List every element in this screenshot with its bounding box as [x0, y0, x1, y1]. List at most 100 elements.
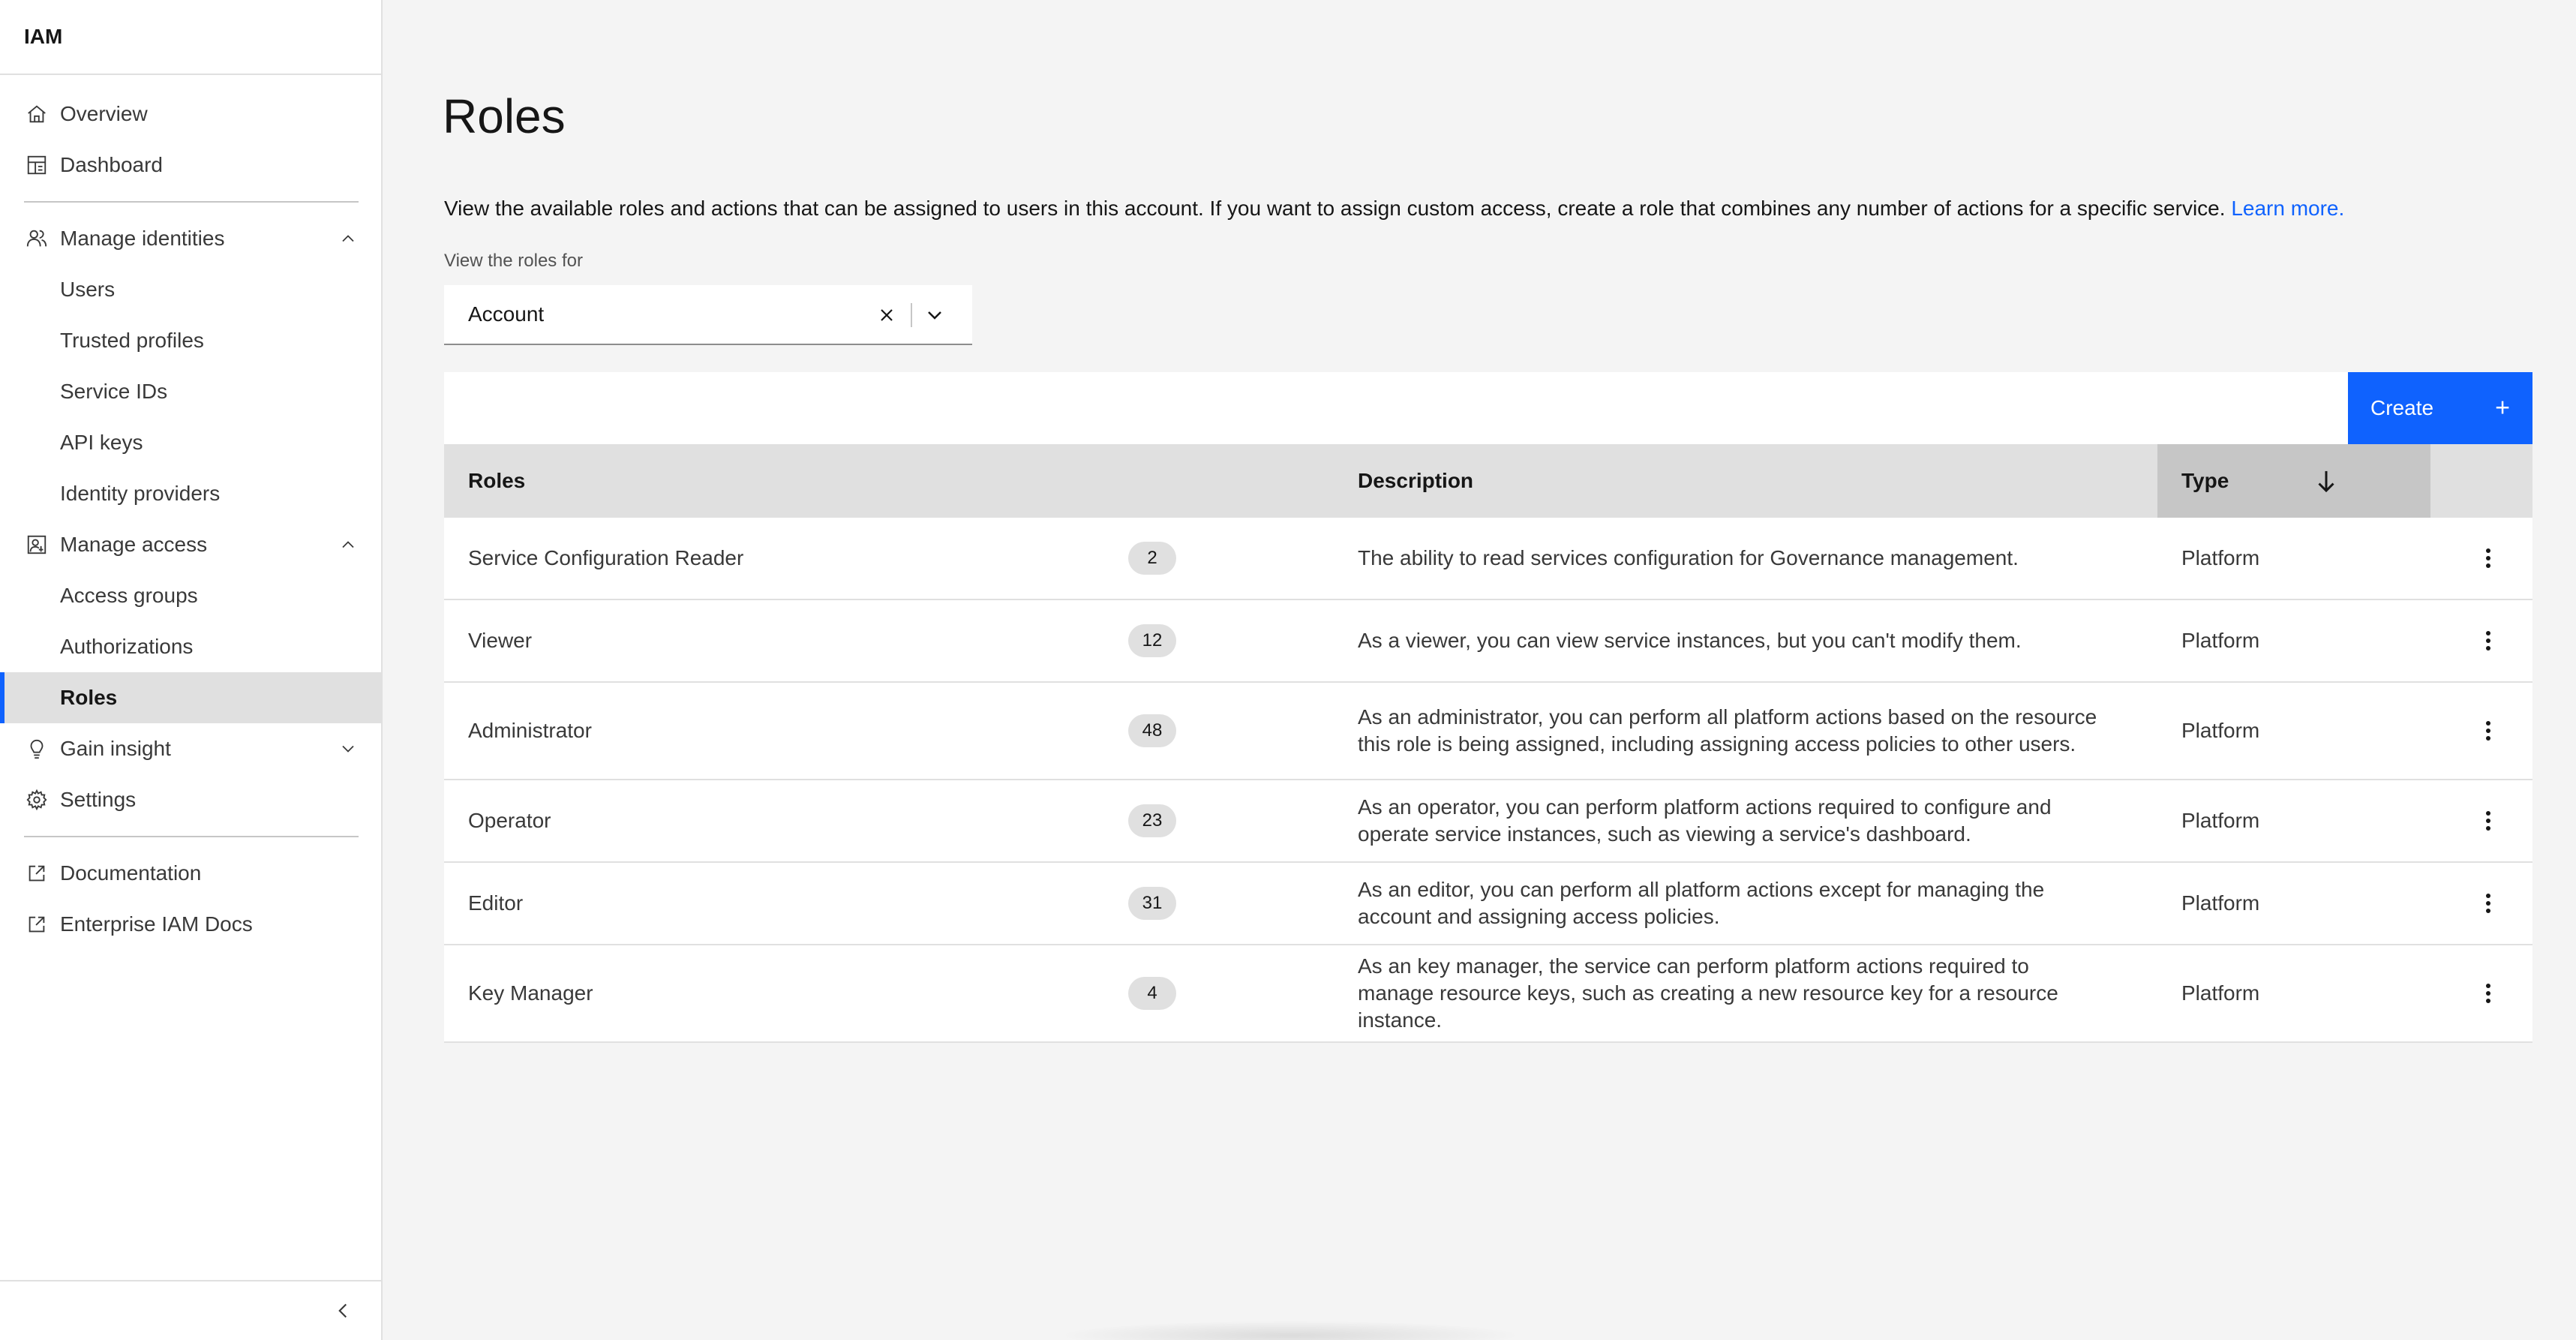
sidebar-item-label: Manage access	[60, 533, 208, 556]
table-row[interactable]: Editor 31 As an editor, you can perform …	[444, 863, 2532, 945]
action-count-badge: 2	[1128, 542, 1176, 575]
sidebar-item-access-groups[interactable]: Access groups	[0, 570, 381, 621]
role-name: Key Manager	[468, 981, 593, 1005]
app-title: IAM	[0, 0, 381, 75]
overflow-menu-icon[interactable]	[2477, 863, 2499, 944]
sidebar-item-label: Dashboard	[60, 153, 163, 176]
close-icon[interactable]	[876, 305, 897, 326]
chevron-down-icon[interactable]	[338, 738, 359, 759]
role-name: Viewer	[468, 629, 533, 652]
sidebar-item-dashboard[interactable]: Dashboard	[0, 140, 381, 191]
lightbulb-icon	[24, 736, 50, 762]
table-row[interactable]: Viewer 12 As a viewer, you can view serv…	[444, 600, 2532, 683]
sidebar-item-label: Gain insight	[60, 737, 171, 760]
launch-icon	[24, 861, 50, 886]
table-row[interactable]: Service Configuration Reader 2 The abili…	[444, 518, 2532, 600]
dashboard-icon	[24, 152, 50, 178]
main-content: Roles View the available roles and actio…	[383, 0, 2576, 1340]
overflow-menu-icon[interactable]	[2477, 518, 2499, 599]
table-row[interactable]: Administrator 48 As an administrator, yo…	[444, 683, 2532, 780]
role-description: As a viewer, you can view service instan…	[1358, 629, 2022, 652]
sidebar-item-settings[interactable]: Settings	[0, 774, 381, 825]
sidebar-item-enterprise-iam-docs[interactable]: Enterprise IAM Docs	[0, 899, 381, 950]
divider	[911, 303, 912, 327]
sidebar-item-manage-access[interactable]: Manage access	[0, 519, 381, 570]
gear-icon	[24, 787, 50, 813]
role-description: As an key manager, the service can perfo…	[1358, 954, 2058, 1032]
column-header-description[interactable]: Description	[1358, 444, 1473, 518]
sidebar-item-service-ids[interactable]: Service IDs	[0, 366, 381, 417]
sidebar-item-label: Overview	[60, 102, 148, 125]
chevron-down-icon[interactable]	[923, 303, 947, 327]
sidebar-item-overview[interactable]: Overview	[0, 89, 381, 140]
user-access-icon	[24, 532, 50, 557]
sidebar-item-authorizations[interactable]: Authorizations	[0, 621, 381, 672]
intro-text: View the available roles and actions tha…	[444, 197, 2226, 220]
create-button[interactable]: Create +	[2348, 372, 2532, 444]
home-icon	[24, 101, 50, 127]
role-type: Platform	[2181, 719, 2260, 742]
sidebar-item-label: Authorizations	[60, 635, 194, 658]
role-name: Service Configuration Reader	[468, 546, 744, 569]
user-multiple-icon	[24, 226, 50, 251]
divider	[24, 201, 359, 203]
role-description: The ability to read services configurati…	[1358, 546, 2019, 569]
sidebar-item-label: Users	[60, 278, 116, 301]
table-toolbar: Create +	[444, 372, 2532, 444]
sidebar-item-manage-identities[interactable]: Manage identities	[0, 213, 381, 264]
sidebar-item-label: Documentation	[60, 861, 202, 885]
role-type: Platform	[2181, 981, 2260, 1005]
action-count-badge: 48	[1128, 714, 1176, 747]
role-description: As an operator, you can perform platform…	[1358, 795, 2052, 846]
action-count-badge: 31	[1128, 887, 1176, 920]
role-description: As an administrator, you can perform all…	[1358, 705, 2097, 756]
overflow-menu-icon[interactable]	[2477, 945, 2499, 1041]
sidebar-item-trusted-profiles[interactable]: Trusted profiles	[0, 315, 381, 366]
role-name: Editor	[468, 891, 524, 915]
sidebar-item-users[interactable]: Users	[0, 264, 381, 315]
learn-more-link[interactable]: Learn more.	[2231, 197, 2344, 220]
divider	[24, 836, 359, 837]
role-type: Platform	[2181, 891, 2260, 915]
scroll-shadow	[1058, 1320, 1523, 1340]
sidebar-item-gain-insight[interactable]: Gain insight	[0, 723, 381, 774]
role-description: As an editor, you can perform all platfo…	[1358, 878, 2045, 928]
dropdown-value: Account	[468, 302, 545, 326]
chevron-up-icon[interactable]	[338, 534, 359, 555]
column-header-type[interactable]: Type	[2181, 444, 2229, 518]
sidebar-item-api-keys[interactable]: API keys	[0, 417, 381, 468]
sidebar-item-roles[interactable]: Roles	[0, 672, 381, 723]
sidebar-item-label: Roles	[60, 686, 118, 709]
sidebar-item-label: Manage identities	[60, 227, 225, 250]
filter-label: View the roles for	[444, 251, 583, 271]
sidebar-item-identity-providers[interactable]: Identity providers	[0, 468, 381, 519]
table-header: Roles Description Type	[444, 444, 2532, 518]
column-header-roles[interactable]: Roles	[468, 444, 525, 518]
overflow-menu-icon[interactable]	[2477, 780, 2499, 861]
roles-scope-dropdown[interactable]: Account	[444, 285, 972, 345]
sidebar-item-label: Access groups	[60, 584, 198, 607]
sidebar-item-label: API keys	[60, 431, 143, 454]
role-type: Platform	[2181, 629, 2260, 652]
sidebar-item-label: Service IDs	[60, 380, 168, 403]
sidebar-item-documentation[interactable]: Documentation	[0, 848, 381, 899]
action-count-badge: 23	[1128, 804, 1176, 837]
sidebar-item-label: Enterprise IAM Docs	[60, 912, 253, 936]
role-name: Operator	[468, 809, 551, 832]
sidebar-item-label: Identity providers	[60, 482, 221, 505]
chevron-left-icon[interactable]	[330, 1298, 356, 1323]
table-row[interactable]: Key Manager 4 As an key manager, the ser…	[444, 945, 2532, 1043]
chevron-up-icon[interactable]	[338, 228, 359, 249]
roles-table: Roles Description Type Service Configura…	[444, 444, 2532, 1043]
sidebar-item-label: Settings	[60, 788, 137, 811]
create-button-label: Create	[2370, 396, 2434, 419]
overflow-menu-icon[interactable]	[2477, 600, 2499, 681]
sidebar-item-label: Trusted profiles	[60, 329, 204, 352]
action-count-badge: 12	[1128, 624, 1176, 657]
role-type: Platform	[2181, 546, 2260, 569]
launch-icon	[24, 912, 50, 937]
arrow-down-icon[interactable]	[2312, 467, 2340, 495]
table-row[interactable]: Operator 23 As an operator, you can perf…	[444, 780, 2532, 863]
action-count-badge: 4	[1128, 977, 1176, 1010]
overflow-menu-icon[interactable]	[2477, 683, 2499, 779]
